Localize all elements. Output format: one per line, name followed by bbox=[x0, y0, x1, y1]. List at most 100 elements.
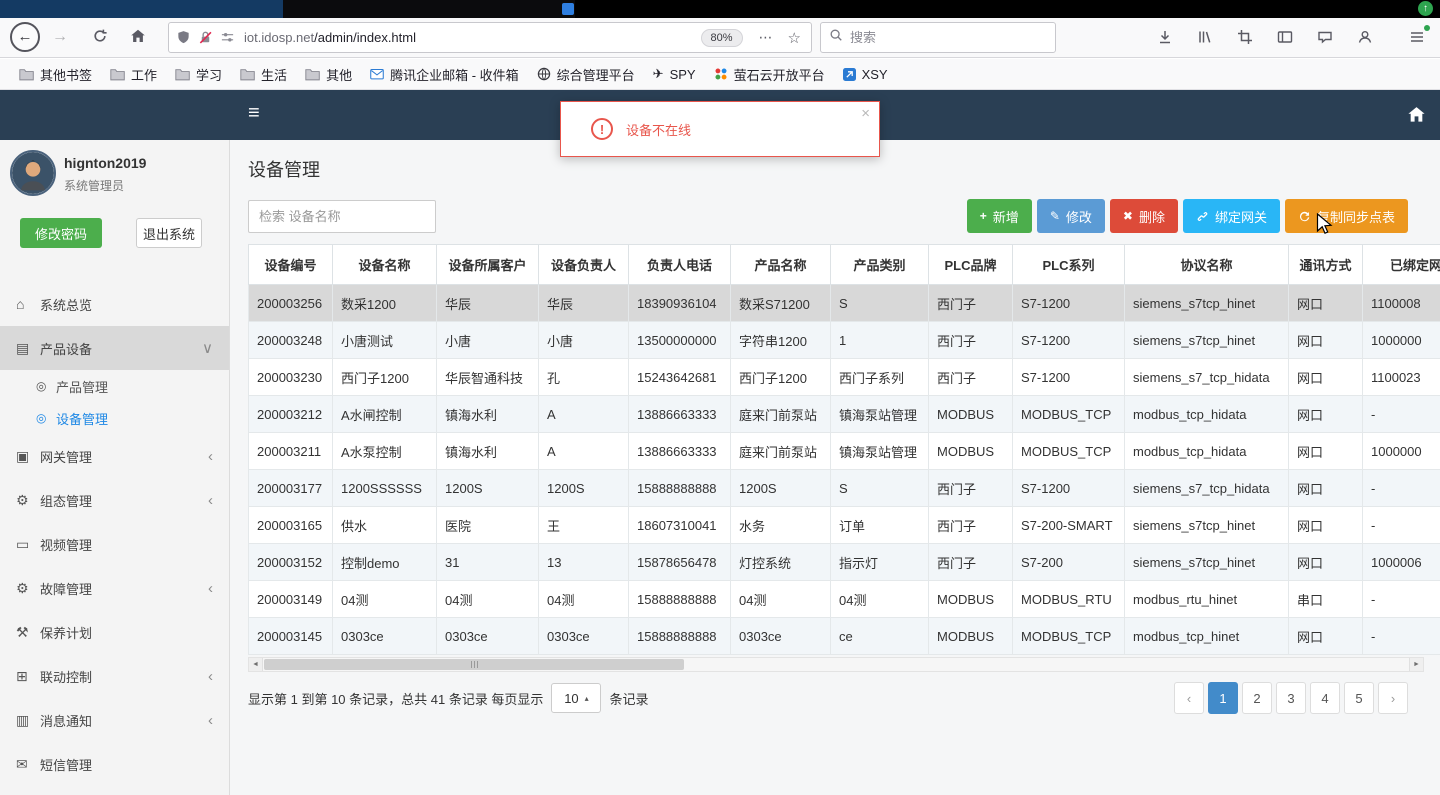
library-icon[interactable] bbox=[1196, 26, 1214, 48]
page-button-5[interactable]: 5 bbox=[1344, 682, 1374, 714]
sidebar-item-message-notify[interactable]: ▥ 消息通知 ‹ bbox=[0, 698, 229, 742]
table-cell: 200003256 bbox=[248, 284, 333, 322]
sidebar-item-label: 产品设备 bbox=[40, 341, 93, 357]
sidebar-item-maintain-plan[interactable]: ⚒ 保养计划 bbox=[0, 610, 229, 654]
scrollbar-thumb[interactable] bbox=[264, 659, 684, 670]
sidebar-item-product-mgmt[interactable]: ◎ 产品管理 bbox=[0, 370, 229, 402]
reload-button[interactable] bbox=[92, 28, 108, 49]
back-button[interactable]: ← bbox=[10, 22, 40, 52]
table-cell: 西门子 bbox=[928, 469, 1013, 507]
sidebar-item-scada-mgmt[interactable]: ⚙ 组态管理 ‹ bbox=[0, 478, 229, 522]
insecure-lock-icon[interactable] bbox=[198, 30, 213, 45]
table-row[interactable]: 200003256 数采1200 华辰 华辰 18390936104 数采S71200 S 西… bbox=[248, 284, 1440, 322]
prev-page-button[interactable]: ‹ bbox=[1174, 682, 1204, 714]
screenshot-icon[interactable] bbox=[1236, 26, 1254, 48]
page-button-4[interactable]: 4 bbox=[1310, 682, 1340, 714]
scroll-left-button[interactable]: ◄ bbox=[249, 658, 263, 671]
update-badge-icon[interactable]: ↑ bbox=[1418, 1, 1433, 16]
table-cell: 西门子1200 bbox=[730, 358, 831, 396]
mouse-cursor bbox=[1316, 213, 1333, 234]
table-row[interactable]: 200003211 A水泵控制 镇海水利 A 13886663333 庭来门前泵站 镇海泵站… bbox=[248, 432, 1440, 470]
add-button[interactable]: + 新增 bbox=[966, 199, 1032, 233]
bookmark-item[interactable]: 其他 bbox=[296, 62, 361, 87]
app-home-button[interactable] bbox=[1407, 105, 1426, 129]
messages-icon[interactable] bbox=[1316, 26, 1334, 48]
bookmark-item[interactable]: 学习 bbox=[166, 62, 231, 87]
permissions-icon[interactable] bbox=[220, 30, 235, 45]
book-icon: ▤ bbox=[16, 339, 30, 356]
browser-tab-background[interactable] bbox=[283, 0, 575, 18]
sidebar-item-overview[interactable]: ⌂ 系统总览 bbox=[0, 282, 229, 326]
bookmark-item[interactable]: 综合管理平台 bbox=[528, 62, 644, 87]
browser-tab-active[interactable] bbox=[0, 0, 283, 18]
table-cell: 数采S71200 bbox=[730, 284, 831, 322]
table-row[interactable]: 200003165 供水 医院王 18607310041 水务 订单 西门子 S7-200-S… bbox=[248, 506, 1440, 544]
table-cell: 13886663333 bbox=[628, 432, 731, 470]
table-cell: 15888888888 bbox=[628, 580, 731, 618]
zoom-indicator[interactable]: 80% bbox=[700, 28, 743, 47]
table-row[interactable]: 200003212 A水闸控制 镇海水利 A 13886663333 庭来门前泵站 镇海泵站… bbox=[248, 395, 1440, 433]
table-row[interactable]: 200003152 控制demo 31 13 15878656478 灯控系统 指示灯 西门子… bbox=[248, 543, 1440, 581]
page-button-2[interactable]: 2 bbox=[1242, 682, 1272, 714]
account-icon[interactable] bbox=[1356, 26, 1374, 48]
sidebar-item-video-mgmt[interactable]: ▭ 视频管理 bbox=[0, 522, 229, 566]
bookmark-item[interactable]: 其他书签 bbox=[10, 62, 101, 87]
delete-button[interactable]: ✖ 删除 bbox=[1109, 199, 1178, 233]
download-icon[interactable] bbox=[1156, 26, 1174, 48]
edit-button[interactable]: ✎ 修改 bbox=[1036, 199, 1105, 233]
table-row[interactable]: 200003230 西门子1200 华辰智通科技孔 15243642681 西门子120… bbox=[248, 358, 1440, 396]
page-size-dropdown[interactable]: 10 ▴ bbox=[551, 683, 602, 713]
sidebars-icon[interactable] bbox=[1276, 26, 1294, 48]
shield-icon[interactable] bbox=[176, 30, 191, 45]
sidebar-item-device-mgmt[interactable]: ◎ 设备管理 bbox=[0, 402, 229, 434]
table-row[interactable]: 200003149 04测 04测 04测 15888888888 04测 04测 MODBU… bbox=[248, 580, 1440, 618]
table-row[interactable]: 200003145 0303ce 0303ce 0303ce 15888888888 03… bbox=[248, 617, 1440, 655]
change-password-button[interactable]: 修改密码 bbox=[20, 218, 102, 248]
bind-gateway-button[interactable]: 绑定网关 bbox=[1182, 199, 1280, 233]
bookmark-item[interactable]: 生活 bbox=[231, 62, 296, 87]
table-cell: 王 bbox=[538, 506, 629, 544]
sidebar-item-gateway-mgmt[interactable]: ▣ 网关管理 ‹ bbox=[0, 434, 229, 478]
sidebar-item-label: 保养计划 bbox=[40, 625, 93, 641]
sidebar-item-product-device[interactable]: ▤ 产品设备 ∨ bbox=[0, 326, 229, 370]
alert-close-button[interactable]: × bbox=[861, 105, 870, 122]
sidebar-item-label: 系统总览 bbox=[40, 297, 93, 313]
menu-badge bbox=[1424, 25, 1430, 31]
bookmark-item[interactable]: XSY bbox=[834, 64, 897, 85]
page-button-3[interactable]: 3 bbox=[1276, 682, 1306, 714]
bookmark-item[interactable]: 腾讯企业邮箱 - 收件箱 bbox=[361, 62, 528, 87]
address-bar[interactable]: iot.idosp.net/admin/index.html 80% ⋯ ☆ bbox=[168, 22, 812, 53]
sidebar-toggle-icon[interactable]: ≡ bbox=[248, 102, 260, 125]
tab-favicon bbox=[562, 3, 574, 15]
sidebar-item-sms-mgmt[interactable]: ✉ 短信管理 bbox=[0, 742, 229, 786]
table-row[interactable]: 200003177 1200SSSSSS 1200S 1200S 15888888888… bbox=[248, 469, 1440, 507]
sidebar-item-fault-mgmt[interactable]: ⚙ 故障管理 ‹ bbox=[0, 566, 229, 610]
page-actions-icon[interactable]: ⋯ bbox=[759, 29, 774, 46]
scroll-right-button[interactable]: ► bbox=[1409, 658, 1423, 671]
table-cell: 控制demo bbox=[332, 543, 437, 581]
logout-button[interactable]: 退出系统 bbox=[136, 218, 202, 248]
browser-home-button[interactable] bbox=[130, 28, 146, 49]
bookmark-item[interactable]: ✈ SPY bbox=[644, 63, 705, 85]
forward-button[interactable]: → bbox=[52, 28, 68, 46]
bookmark-star-icon[interactable]: ☆ bbox=[788, 29, 801, 47]
horizontal-scrollbar[interactable]: ◄ ► bbox=[248, 657, 1424, 672]
app-menu-button[interactable] bbox=[1406, 25, 1430, 48]
device-search-input[interactable] bbox=[248, 200, 436, 233]
table-cell: 灯控系统 bbox=[730, 543, 831, 581]
sidebar-item-label: 故障管理 bbox=[40, 581, 93, 597]
home-icon: ⌂ bbox=[16, 296, 25, 312]
browser-search-bar[interactable] bbox=[820, 22, 1056, 53]
bookmark-item[interactable]: 工作 bbox=[101, 62, 166, 87]
sidebar-item-linkage-ctrl[interactable]: ⊞ 联动控制 ‹ bbox=[0, 654, 229, 698]
table-row[interactable]: 200003248 小唐测试 小唐 小唐 13500000000 字符串1200 1 西门子 S… bbox=[248, 321, 1440, 359]
page-button-1[interactable]: 1 bbox=[1208, 682, 1238, 714]
browser-search-input[interactable] bbox=[850, 30, 1030, 45]
refresh-icon bbox=[1298, 210, 1311, 223]
avatar[interactable] bbox=[10, 150, 56, 196]
bookmark-item[interactable]: 萤石云开放平台 bbox=[705, 62, 834, 87]
table-cell: 200003211 bbox=[248, 432, 333, 470]
next-page-button[interactable]: › bbox=[1378, 682, 1408, 714]
copy-sync-button[interactable]: 复制同步点表 bbox=[1284, 199, 1408, 233]
table-cell: 200003149 bbox=[248, 580, 333, 618]
